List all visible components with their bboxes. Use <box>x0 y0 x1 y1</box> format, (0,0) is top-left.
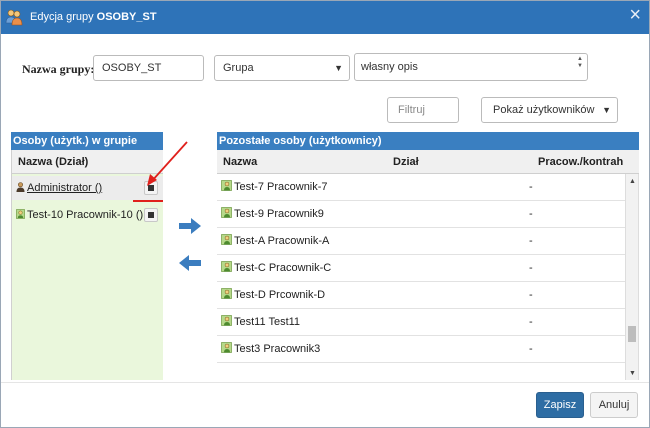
footer-divider <box>1 382 649 383</box>
member-name: Test-10 Pracownik-10 () <box>27 209 144 221</box>
person-name: Test11 Test11 <box>234 316 301 328</box>
table-row[interactable]: Test11 Test11 - <box>217 309 625 336</box>
user-icon <box>221 288 232 299</box>
table-row[interactable]: Test-9 Pracownik9 - <box>217 201 625 228</box>
group-type-value: Grupa <box>223 62 254 74</box>
table-row[interactable]: Test-D Prcownik-D - <box>217 282 625 309</box>
group-name-label: Nazwa grupy: <box>22 62 95 76</box>
person-type: - <box>529 208 533 220</box>
list-item[interactable]: Test-10 Pracownik-10 () <box>12 203 163 227</box>
move-right-arrow-icon[interactable] <box>177 216 203 236</box>
others-list: Test-7 Pracownik-7 - Test-9 Pracownik9 -… <box>217 174 625 380</box>
table-row[interactable]: Test-C Pracownik-C - <box>217 255 625 282</box>
dialog-titlebar: Edycja grupy OSOBY_ST × <box>1 1 649 34</box>
person-type: - <box>529 181 533 193</box>
annotation-underline <box>133 200 163 202</box>
chevron-down-icon: ▼ <box>334 63 343 73</box>
table-row <box>217 363 625 380</box>
group-users-icon <box>5 9 23 26</box>
group-type-select[interactable]: Grupa ▼ <box>214 55 350 81</box>
user-icon <box>221 315 232 326</box>
description-value: własny opis <box>361 61 418 73</box>
member-name[interactable]: Administrator () <box>27 182 102 194</box>
person-name: Test-C Pracownik-C <box>234 262 332 274</box>
person-type: - <box>529 289 533 301</box>
others-table: Nazwa Dział Pracow./kontrah Test-7 Praco… <box>217 150 639 380</box>
person-name: Test-7 Pracownik-7 <box>234 181 328 193</box>
person-type: - <box>529 262 533 274</box>
save-button[interactable]: Zapisz <box>536 392 584 418</box>
dialog-title: Edycja grupy OSOBY_ST <box>30 11 157 23</box>
textarea-spinner-icon: ▲ ▼ <box>577 56 583 69</box>
table-row[interactable]: Test3 Pracownik3 - <box>217 336 625 363</box>
scroll-up-icon[interactable]: ▲ <box>629 178 636 185</box>
show-type-select[interactable]: Pokaż użytkowników ▼ <box>481 97 618 123</box>
cancel-button[interactable]: Anuluj <box>590 392 638 418</box>
others-panel-title: Pozostałe osoby (użytkownicy) <box>217 132 639 150</box>
calendar-icon[interactable] <box>144 208 158 222</box>
user-icon <box>221 180 232 191</box>
chevron-down-icon: ▼ <box>602 105 611 115</box>
person-name: Test-9 Pracownik9 <box>234 208 324 220</box>
vertical-scrollbar[interactable]: ▲ ▼ <box>625 174 638 380</box>
column-name[interactable]: Nazwa <box>223 150 257 174</box>
column-department[interactable]: Dział <box>393 150 419 174</box>
person-name: Test-D Prcownik-D <box>234 289 326 301</box>
show-type-value: Pokaż użytkowników <box>493 104 595 116</box>
person-type: - <box>529 343 533 355</box>
user-icon <box>221 342 232 353</box>
group-name-input[interactable]: OSOBY_ST <box>93 55 204 81</box>
person-name: Test3 Pracownik3 <box>234 343 321 355</box>
move-left-arrow-icon[interactable] <box>177 253 203 273</box>
annotation-arrow <box>147 141 188 186</box>
admin-user-icon <box>16 182 25 192</box>
table-row[interactable]: Test-7 Pracownik-7 - <box>217 174 625 201</box>
table-row[interactable]: Test-A Pracownik-A - <box>217 228 625 255</box>
user-icon <box>221 261 232 272</box>
edit-group-dialog: Edycja grupy OSOBY_ST × Nazwa grupy: OSO… <box>0 0 650 428</box>
scroll-down-icon[interactable]: ▼ <box>629 370 636 377</box>
user-icon <box>221 207 232 218</box>
others-table-header: Nazwa Dział Pracow./kontrah <box>217 150 639 174</box>
column-employee-contractor[interactable]: Pracow./kontrah <box>538 150 623 174</box>
user-icon <box>221 234 232 245</box>
filter-input[interactable]: Filtruj <box>387 97 459 123</box>
person-name: Test-A Pracownik-A <box>234 235 330 247</box>
person-type: - <box>529 235 533 247</box>
scrollbar-thumb[interactable] <box>628 326 636 342</box>
user-icon <box>16 209 25 219</box>
person-type: - <box>529 316 533 328</box>
description-textarea[interactable]: własny opis ▲ ▼ <box>354 53 588 81</box>
close-icon[interactable]: × <box>629 5 641 25</box>
